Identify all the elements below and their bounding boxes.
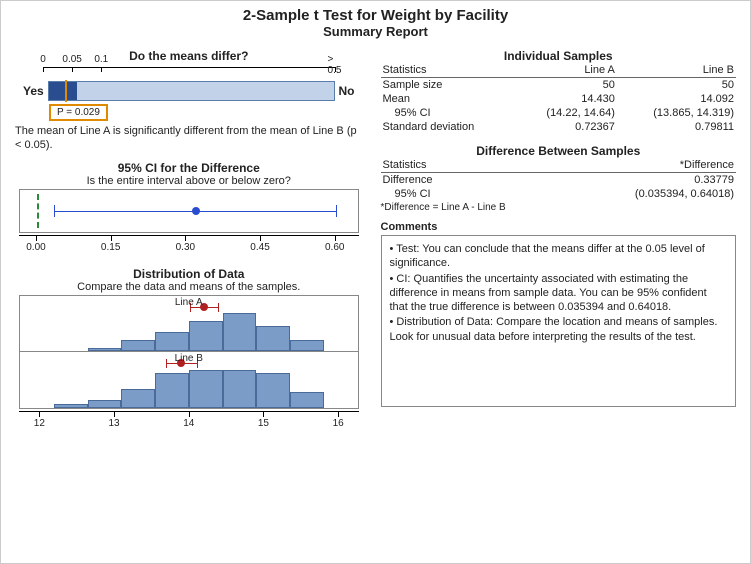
ind-h-a: Line A: [515, 63, 617, 78]
page-subtitle: Summary Report: [1, 24, 750, 39]
ind-r3b: (13.865, 14.319): [617, 106, 736, 120]
ind-r3: 95% CI: [381, 106, 516, 120]
hist-bar: [189, 321, 223, 351]
ind-h-b: Line B: [617, 63, 736, 78]
p-value-chart: 0 0.05 0.1 > 0.5 Yes No P = 0.029: [23, 67, 355, 121]
dist-ax-4: 16: [333, 418, 344, 429]
ind-r1: Sample size: [381, 78, 516, 93]
ind-r2a: 14.430: [515, 92, 617, 106]
p-value-label: P = 0.029: [49, 104, 108, 121]
hist-bar: [88, 348, 122, 351]
ci-axis: 0.00 0.15 0.30 0.45 0.60: [19, 235, 359, 255]
hist-bar: [223, 313, 257, 351]
dist-ax-2: 14: [183, 418, 194, 429]
ci-ax-4: 0.60: [325, 242, 344, 253]
hist-bar: [88, 400, 122, 408]
ci-ax-1: 0.15: [101, 242, 120, 253]
ci-ax-2: 0.30: [176, 242, 195, 253]
comment-3: • Distribution of Data: Compare the loca…: [390, 315, 728, 344]
diff-r1: Difference: [381, 173, 503, 188]
hist-bar: [189, 370, 223, 408]
pbar-scale-2: 0.1: [94, 54, 108, 65]
pbar-scale-3: > 0.5: [328, 54, 342, 76]
comments-box: • Test: You can conclude that the means …: [381, 235, 737, 407]
ind-h-stats: Statistics: [381, 63, 516, 78]
dist-plot: Line A Line B: [19, 295, 359, 409]
hist-bar: [223, 370, 257, 408]
dist-title: Distribution of Data: [15, 267, 363, 281]
comment-1: • Test: You can conclude that the means …: [390, 242, 728, 271]
pbar-scale-0: 0: [40, 54, 46, 65]
diff-r2v: (0.035394, 0.64018): [503, 187, 736, 201]
ind-r2: Mean: [381, 92, 516, 106]
hist-bar: [290, 392, 324, 407]
hist-bar: [155, 332, 189, 351]
ind-r2b: 14.092: [617, 92, 736, 106]
diff-h-diff: *Difference: [503, 158, 736, 173]
ci-ax-3: 0.45: [250, 242, 269, 253]
dist-ax-0: 12: [34, 418, 45, 429]
ind-r4b: 0.79811: [617, 120, 736, 134]
pbar-no-label: No: [339, 84, 355, 98]
diff-r2: 95% CI: [381, 187, 503, 201]
ci-ax-0: 0.00: [26, 242, 45, 253]
diff-h-stats: Statistics: [381, 158, 503, 173]
ci-plot: [19, 189, 359, 233]
dist-label-b: Line B: [175, 353, 203, 364]
hist-bar: [121, 340, 155, 351]
hist-bar: [121, 389, 155, 408]
hist-bar: [256, 373, 290, 407]
ci-title: 95% CI for the Difference: [15, 161, 363, 175]
hist-bar: [256, 326, 290, 350]
comment-2: • CI: Quantifies the uncertainty associa…: [390, 272, 728, 315]
ind-r4: Standard deviation: [381, 120, 516, 134]
comments-title: Comments: [381, 221, 737, 233]
diff-title: Difference Between Samples: [381, 144, 737, 158]
individual-title: Individual Samples: [381, 49, 737, 63]
ind-r4a: 0.72367: [515, 120, 617, 134]
dist-ax-1: 13: [108, 418, 119, 429]
individual-table: Statistics Line A Line B Sample size5050…: [381, 63, 737, 134]
diff-footnote: *Difference = Line A - Line B: [381, 202, 737, 213]
hist-bar: [290, 340, 324, 351]
ind-r3a: (14.22, 14.64): [515, 106, 617, 120]
means-differ-desc: The mean of Line A is significantly diff…: [15, 125, 363, 153]
hist-bar: [155, 373, 189, 407]
ind-r1b: 50: [617, 78, 736, 93]
ci-subtitle: Is the entire interval above or below ze…: [15, 175, 363, 187]
page-title: 2-Sample t Test for Weight by Facility: [1, 7, 750, 24]
dist-label-a: Line A: [175, 297, 203, 308]
pbar-yes-label: Yes: [23, 84, 44, 98]
dist-ax-3: 15: [258, 418, 269, 429]
pbar-scale-1: 0.05: [62, 54, 81, 65]
dist-axis: 12 13 14 15 16: [19, 411, 359, 431]
ind-r1a: 50: [515, 78, 617, 93]
diff-table: Statistics *Difference Difference0.33779…: [381, 158, 737, 201]
hist-bar: [54, 404, 88, 408]
dist-panel-a: Line A: [20, 296, 358, 352]
diff-r1v: 0.33779: [503, 173, 736, 188]
dist-panel-b: Line B: [20, 352, 358, 408]
dist-subtitle: Compare the data and means of the sample…: [15, 281, 363, 293]
